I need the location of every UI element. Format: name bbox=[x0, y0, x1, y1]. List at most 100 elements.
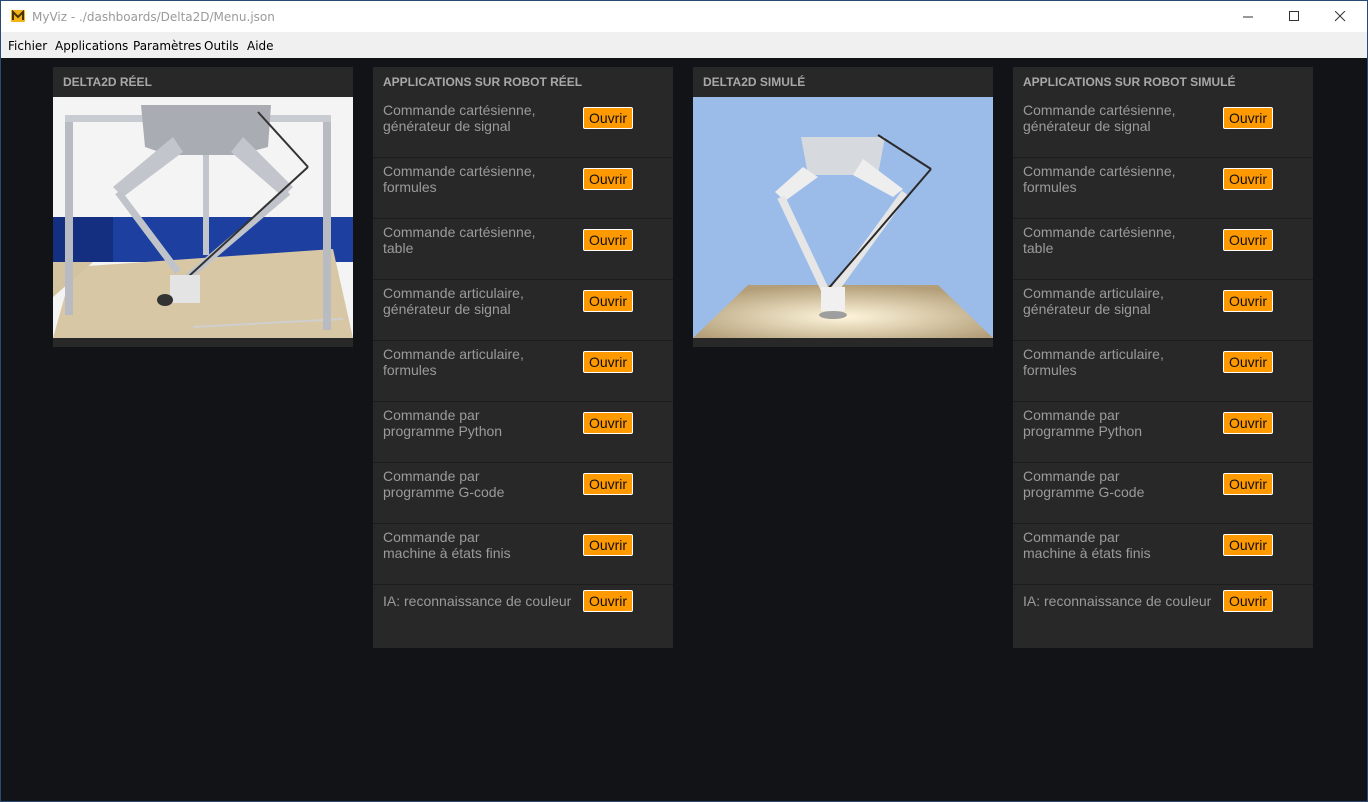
sim-open-button[interactable]: Ouvrir bbox=[1223, 290, 1273, 312]
real-apps-list: Commande cartésienne, générateur de signa… bbox=[373, 97, 673, 646]
app-label-line: générateur de signal bbox=[383, 301, 511, 317]
window-title: MyViz - ./dashboards/Delta2D/Menu.json bbox=[32, 10, 275, 24]
sim-apps-list: Commande cartésienne, générateur de signa… bbox=[1013, 97, 1313, 646]
real-robot-title: DELTA2D RÉEL bbox=[63, 75, 152, 89]
real-open-button[interactable]: Ouvrir bbox=[583, 473, 633, 495]
app-label-line: formules bbox=[383, 362, 437, 378]
menu-bar: Fichier Applications Paramètres Outils A… bbox=[1, 32, 1367, 58]
sim-open-button[interactable]: Ouvrir bbox=[1223, 229, 1273, 251]
app-window: MyViz - ./dashboards/Delta2D/Menu.json F… bbox=[1, 1, 1367, 801]
close-button[interactable] bbox=[1318, 1, 1364, 32]
app-label-line: Commande cartésienne, bbox=[383, 163, 536, 179]
real-app-row: Commande articulaire, formules Ouvrir bbox=[373, 341, 673, 402]
real-apps-panel: APPLICATIONS SUR ROBOT RÉEL Commande car… bbox=[373, 67, 673, 648]
menu-parametres[interactable]: Paramètres bbox=[133, 39, 201, 53]
real-app-row: Commande cartésienne, formules Ouvrir bbox=[373, 158, 673, 219]
sim-app-row: Commande articulaire, formules Ouvrir bbox=[1013, 341, 1313, 402]
app-label-line: IA: reconnaissance de couleur bbox=[1023, 593, 1212, 609]
sim-app-row: Commande cartésienne, formules Ouvrir bbox=[1013, 158, 1313, 219]
sim-app-label: Commande cartésienne, générateur de signa… bbox=[1023, 102, 1219, 134]
app-label-line: Commande par bbox=[383, 529, 480, 545]
app-label-line: Commande articulaire, bbox=[1023, 346, 1164, 362]
real-app-label: IA: reconnaissance de couleur bbox=[383, 593, 583, 609]
app-label-line: Commande cartésienne, bbox=[383, 224, 536, 240]
real-app-label: Commande cartésienne, formules bbox=[383, 163, 579, 195]
real-app-label: Commande par programme G-code bbox=[383, 468, 579, 500]
real-open-button[interactable]: Ouvrir bbox=[583, 168, 633, 190]
real-open-button[interactable]: Ouvrir bbox=[583, 590, 633, 612]
real-apps-title: APPLICATIONS SUR ROBOT RÉEL bbox=[383, 75, 583, 89]
sim-apps-panel: APPLICATIONS SUR ROBOT SIMULÉ Commande c… bbox=[1013, 67, 1313, 648]
app-label-line: programme G-code bbox=[383, 484, 505, 500]
app-label-line: programme Python bbox=[383, 423, 503, 439]
menu-outils[interactable]: Outils bbox=[204, 39, 239, 53]
app-label-line: générateur de signal bbox=[383, 118, 511, 134]
sim-app-row: Commande cartésienne, table Ouvrir bbox=[1013, 219, 1313, 280]
app-label-line: Commande par bbox=[383, 468, 480, 484]
real-open-button[interactable]: Ouvrir bbox=[583, 534, 633, 556]
myviz-logo-icon bbox=[11, 10, 25, 22]
app-label-line: programme G-code bbox=[1023, 484, 1145, 500]
maximize-button[interactable] bbox=[1272, 1, 1318, 32]
sim-app-label: IA: reconnaissance de couleur bbox=[1023, 593, 1223, 609]
app-label-line: générateur de signal bbox=[1023, 301, 1151, 317]
sim-app-row: Commande articulaire, générateur de signa… bbox=[1013, 280, 1313, 341]
sim-open-button[interactable]: Ouvrir bbox=[1223, 534, 1273, 556]
menu-applications[interactable]: Applications bbox=[55, 39, 128, 53]
app-label-line: Commande cartésienne, bbox=[1023, 224, 1176, 240]
sim-app-row: Commande par programme Python Ouvrir bbox=[1013, 402, 1313, 463]
sim-app-label: Commande par programme G-code bbox=[1023, 468, 1219, 500]
real-app-label: Commande articulaire, générateur de signa… bbox=[383, 285, 579, 317]
real-open-button[interactable]: Ouvrir bbox=[583, 290, 633, 312]
sim-app-label: Commande cartésienne, formules bbox=[1023, 163, 1219, 195]
sim-app-row: Commande par programme G-code Ouvrir bbox=[1013, 463, 1313, 524]
app-label-line: Commande cartésienne, bbox=[1023, 163, 1176, 179]
menu-aide[interactable]: Aide bbox=[247, 39, 274, 53]
real-app-row: Commande par programme Python Ouvrir bbox=[373, 402, 673, 463]
real-app-row: Commande par programme G-code Ouvrir bbox=[373, 463, 673, 524]
sim-app-label: Commande cartésienne, table bbox=[1023, 224, 1219, 256]
app-label-line: Commande articulaire, bbox=[383, 346, 524, 362]
sim-app-label: Commande par machine à états finis bbox=[1023, 529, 1219, 561]
app-label-line: générateur de signal bbox=[1023, 118, 1151, 134]
sim-open-button[interactable]: Ouvrir bbox=[1223, 412, 1273, 434]
close-icon bbox=[1335, 11, 1346, 22]
real-app-label: Commande par programme Python bbox=[383, 407, 579, 439]
real-app-label: Commande cartésienne, table bbox=[383, 224, 579, 256]
real-robot-panel: DELTA2D RÉEL bbox=[53, 67, 353, 347]
sim-open-button[interactable]: Ouvrir bbox=[1223, 351, 1273, 373]
real-robot-image bbox=[53, 97, 353, 338]
sim-open-button[interactable]: Ouvrir bbox=[1223, 590, 1273, 612]
app-label-line: Commande cartésienne, bbox=[1023, 102, 1176, 118]
real-app-label: Commande par machine à états finis bbox=[383, 529, 579, 561]
sim-robot-title: DELTA2D SIMULÉ bbox=[703, 75, 806, 89]
real-open-button[interactable]: Ouvrir bbox=[583, 351, 633, 373]
sim-app-label: Commande articulaire, générateur de signa… bbox=[1023, 285, 1219, 317]
app-label-line: Commande par bbox=[383, 407, 480, 423]
menu-fichier[interactable]: Fichier bbox=[8, 39, 47, 53]
real-open-button[interactable]: Ouvrir bbox=[583, 107, 633, 129]
real-open-button[interactable]: Ouvrir bbox=[583, 412, 633, 434]
sim-apps-title: APPLICATIONS SUR ROBOT SIMULÉ bbox=[1023, 75, 1236, 89]
app-label-line: Commande cartésienne, bbox=[383, 102, 536, 118]
sim-app-label: Commande par programme Python bbox=[1023, 407, 1219, 439]
sim-open-button[interactable]: Ouvrir bbox=[1223, 168, 1273, 190]
sim-open-button[interactable]: Ouvrir bbox=[1223, 473, 1273, 495]
real-app-row: Commande par machine à états finis Ouvrir bbox=[373, 524, 673, 585]
app-label-line: Commande articulaire, bbox=[383, 285, 524, 301]
app-label-line: table bbox=[1023, 240, 1054, 256]
real-app-row: Commande cartésienne, générateur de signa… bbox=[373, 97, 673, 158]
sim-app-row: IA: reconnaissance de couleur Ouvrir bbox=[1013, 585, 1313, 646]
title-bar[interactable]: MyViz - ./dashboards/Delta2D/Menu.json bbox=[1, 1, 1367, 32]
real-app-row: Commande cartésienne, table Ouvrir bbox=[373, 219, 673, 280]
app-label-line: machine à états finis bbox=[383, 545, 511, 561]
real-app-label: Commande articulaire, formules bbox=[383, 346, 579, 378]
sim-robot-image bbox=[693, 97, 993, 338]
app-label-line: IA: reconnaissance de couleur bbox=[383, 593, 572, 609]
app-label-line: Commande par bbox=[1023, 407, 1120, 423]
minimize-button[interactable] bbox=[1226, 1, 1272, 32]
real-open-button[interactable]: Ouvrir bbox=[583, 229, 633, 251]
sim-open-button[interactable]: Ouvrir bbox=[1223, 107, 1273, 129]
app-label-line: programme Python bbox=[1023, 423, 1143, 439]
real-app-row: Commande articulaire, générateur de signa… bbox=[373, 280, 673, 341]
